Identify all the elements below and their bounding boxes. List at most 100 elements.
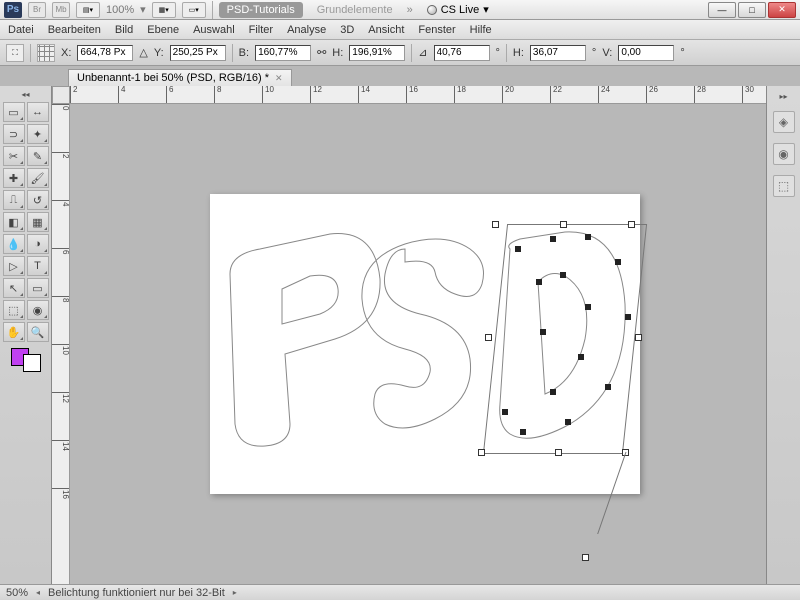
color-swatch[interactable]	[11, 348, 41, 372]
toolbox-collapse-icon[interactable]: ◂◂	[20, 90, 32, 100]
cslive-button[interactable]: CS Live ▾	[427, 3, 489, 16]
eraser-tool[interactable]: ◧	[3, 212, 25, 232]
menu-bearbeiten[interactable]: Bearbeiten	[48, 24, 101, 36]
wand-tool[interactable]: ✦	[27, 124, 49, 144]
separator	[506, 44, 507, 62]
status-zoom[interactable]: 50%	[6, 587, 28, 599]
lasso-tool[interactable]: ⊃	[3, 124, 25, 144]
channels-panel-icon[interactable]: ◉	[773, 143, 795, 165]
zoom-level[interactable]: 100%	[106, 4, 134, 16]
bridge-icon[interactable]: Br	[28, 2, 46, 18]
deg-label: °	[680, 47, 684, 59]
blur-tool[interactable]: 💧	[3, 234, 25, 254]
eyedropper-tool[interactable]: ✎	[27, 146, 49, 166]
vskew-input[interactable]	[618, 45, 674, 61]
reference-point-icon[interactable]	[37, 44, 55, 62]
history-brush-tool[interactable]: ↺	[27, 190, 49, 210]
background-color[interactable]	[23, 354, 41, 372]
menu-analyse[interactable]: Analyse	[287, 24, 326, 36]
path-select-tool[interactable]: ↖	[3, 278, 25, 298]
transform-tool-icon[interactable]: ⛶	[6, 44, 24, 62]
statusbar: 50% ◂ Belichtung funktioniert nur bei 32…	[0, 584, 800, 600]
deg-label: °	[496, 47, 500, 59]
3d-tool[interactable]: ⬚	[3, 300, 25, 320]
menu-ansicht[interactable]: Ansicht	[368, 24, 404, 36]
document-tab[interactable]: Unbenannt-1 bei 50% (PSD, RGB/16) * ✕	[68, 69, 292, 86]
ruler-horizontal[interactable]: 24681012141618202224262830	[70, 86, 766, 104]
hskew-input[interactable]	[530, 45, 586, 61]
status-message: Belichtung funktioniert nur bei 32-Bit	[48, 587, 225, 599]
window-close-button[interactable]: ✕	[768, 2, 796, 18]
y-input[interactable]	[170, 45, 226, 61]
menu-auswahl[interactable]: Auswahl	[193, 24, 235, 36]
window-maximize-button[interactable]: □	[738, 2, 766, 18]
canvas[interactable]	[210, 194, 640, 494]
menu-3d[interactable]: 3D	[340, 24, 354, 36]
menu-hilfe[interactable]: Hilfe	[470, 24, 492, 36]
deg-label: °	[592, 47, 596, 59]
separator	[212, 1, 213, 19]
toolbox: ◂◂ ▭↔ ⊃✦ ✂✎ ✚🖌 ⎍↺ ◧▦ 💧◑ ▷T ↖▭ ⬚◉ ✋🔍	[0, 86, 52, 584]
hand-tool[interactable]: ✋	[3, 322, 25, 342]
delta-icon[interactable]: △	[139, 46, 147, 59]
y-label: Y:	[154, 47, 164, 59]
zoom-tool[interactable]: 🔍	[27, 322, 49, 342]
ruler-vertical[interactable]: 0246810121416	[52, 104, 70, 584]
extras-dropdown[interactable]: ▭▾	[182, 2, 206, 18]
titlebar: Ps Br Mb ▤▾ 100% ▾ ▦▾ ▭▾ PSD-Tutorials G…	[0, 0, 800, 20]
menubar: Datei Bearbeiten Bild Ebene Auswahl Filt…	[0, 20, 800, 40]
tab-title: Unbenannt-1 bei 50% (PSD, RGB/16) *	[77, 72, 269, 84]
window-minimize-button[interactable]: —	[708, 2, 736, 18]
hskew-label: H:	[513, 47, 524, 59]
status-next-icon[interactable]: ▸	[233, 588, 237, 597]
bbox-handle[interactable]	[582, 554, 589, 561]
x-label: X:	[61, 47, 71, 59]
screenmode-dropdown[interactable]: ▤▾	[76, 2, 100, 18]
separator	[232, 44, 233, 62]
tab-close-icon[interactable]: ✕	[275, 73, 283, 84]
w-label: B:	[239, 47, 249, 59]
w-input[interactable]	[255, 45, 311, 61]
stamp-tool[interactable]: ⎍	[3, 190, 25, 210]
panel-dock: ▸▸ ◈ ◉ ⬚	[766, 86, 800, 584]
minibridge-icon[interactable]: Mb	[52, 2, 70, 18]
angle-input[interactable]	[434, 45, 490, 61]
menu-filter[interactable]: Filter	[249, 24, 273, 36]
panel-collapse-icon[interactable]: ▸▸	[779, 92, 787, 101]
separator	[30, 44, 31, 62]
layers-panel-icon[interactable]: ◈	[773, 111, 795, 133]
workspace-more-icon[interactable]: »	[407, 4, 413, 16]
crop-tool[interactable]: ✂	[3, 146, 25, 166]
workspace-grundelemente[interactable]: Grundelemente	[309, 2, 401, 18]
arrange-dropdown[interactable]: ▦▾	[152, 2, 176, 18]
zoom-chevron-icon[interactable]: ▾	[140, 3, 146, 16]
menu-ebene[interactable]: Ebene	[147, 24, 179, 36]
move-tool[interactable]: ↔	[27, 102, 49, 122]
options-bar: ⛶ X: △ Y: B: ⚯ H: ⊿ ° H: ° V: °	[0, 40, 800, 66]
gradient-tool[interactable]: ▦	[27, 212, 49, 232]
cslive-icon	[427, 5, 437, 15]
link-icon[interactable]: ⚯	[317, 46, 326, 59]
ps-logo-icon: Ps	[4, 2, 22, 18]
3d-camera-tool[interactable]: ◉	[27, 300, 49, 320]
h-label: H:	[332, 47, 343, 59]
menu-fenster[interactable]: Fenster	[418, 24, 455, 36]
canvas-area[interactable]	[70, 104, 766, 584]
paths-panel-icon[interactable]: ⬚	[773, 175, 795, 197]
dodge-tool[interactable]: ◑	[27, 234, 49, 254]
h-input[interactable]	[349, 45, 405, 61]
workspace: 24681012141618202224262830 0246810121416	[52, 86, 766, 584]
status-prev-icon[interactable]: ◂	[36, 588, 40, 597]
type-tool[interactable]: T	[27, 256, 49, 276]
menu-datei[interactable]: Datei	[8, 24, 34, 36]
x-input[interactable]	[77, 45, 133, 61]
heal-tool[interactable]: ✚	[3, 168, 25, 188]
pen-tool[interactable]: ▷	[3, 256, 25, 276]
menu-bild[interactable]: Bild	[115, 24, 133, 36]
ruler-origin[interactable]	[52, 86, 70, 104]
chevron-down-icon: ▾	[483, 3, 489, 16]
marquee-tool[interactable]: ▭	[3, 102, 25, 122]
brush-tool[interactable]: 🖌	[27, 168, 49, 188]
shape-tool[interactable]: ▭	[27, 278, 49, 298]
workspace-psd-tutorials[interactable]: PSD-Tutorials	[219, 2, 303, 18]
